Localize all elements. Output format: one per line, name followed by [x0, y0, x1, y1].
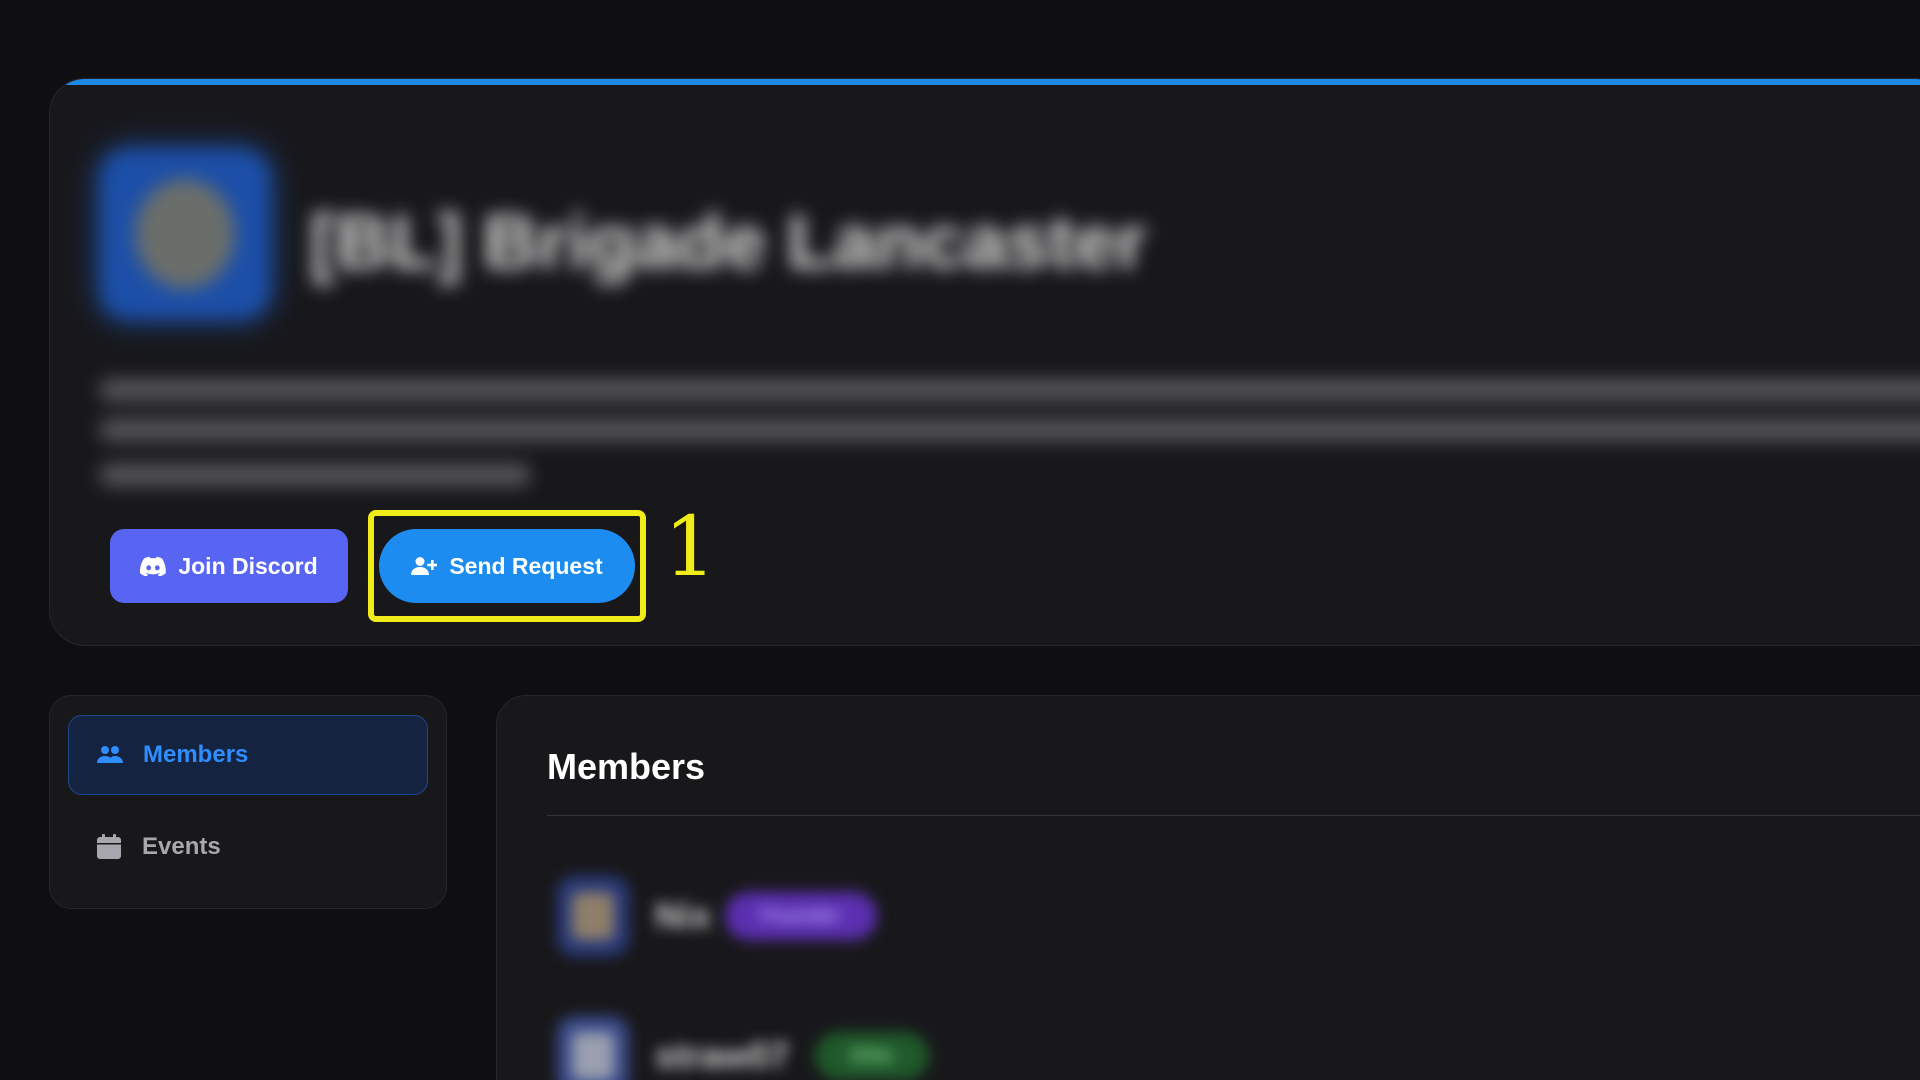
sidebar-item-label: Events [142, 833, 221, 860]
send-request-label: Send Request [449, 552, 603, 579]
section-divider [547, 815, 1920, 816]
header-actions: Join Discord Send Request [110, 510, 646, 622]
avatar [557, 876, 629, 956]
member-name: Nix [655, 895, 712, 936]
clan-avatar [100, 149, 270, 319]
discord-icon [140, 556, 167, 576]
clan-name: [BL] Brigade Lancaster [310, 200, 1147, 285]
avatar-image [572, 892, 614, 940]
member-row[interactable]: straw07 Elite [557, 1016, 930, 1080]
section-title: Members [547, 746, 706, 787]
clan-description-line [100, 464, 530, 486]
clan-avatar-image [135, 179, 235, 289]
annotation-number: 1 [664, 500, 717, 595]
sidebar-item-events[interactable]: Events [68, 807, 428, 887]
users-icon [97, 745, 123, 765]
member-row[interactable]: Nix Founder [557, 876, 878, 956]
clan-sidebar: Members Events [49, 695, 447, 909]
page: [BL] Brigade Lancaster Join Discord Send… [0, 0, 1920, 1080]
clan-info-blurred: [BL] Brigade Lancaster [90, 119, 1920, 549]
send-request-button[interactable]: Send Request [379, 529, 635, 603]
role-badge: Founder [725, 892, 878, 940]
role-badge: Elite [815, 1032, 930, 1080]
calendar-icon [96, 834, 122, 860]
clan-description-line [100, 419, 1920, 441]
members-panel: Members Nix Founder straw07 Elite [496, 695, 1920, 1080]
sidebar-item-label: Members [143, 741, 249, 768]
member-name: straw07 [655, 1035, 790, 1076]
join-discord-label: Join Discord [178, 552, 318, 579]
sidebar-item-members[interactable]: Members [68, 715, 428, 795]
join-discord-button[interactable]: Join Discord [110, 529, 348, 603]
annotation-highlight-box: Send Request [368, 510, 646, 622]
clan-description-line [100, 379, 1920, 401]
user-plus-icon [411, 556, 438, 576]
avatar [557, 1016, 629, 1080]
avatar-image [572, 1032, 614, 1080]
header-accent-bar [50, 79, 1920, 85]
